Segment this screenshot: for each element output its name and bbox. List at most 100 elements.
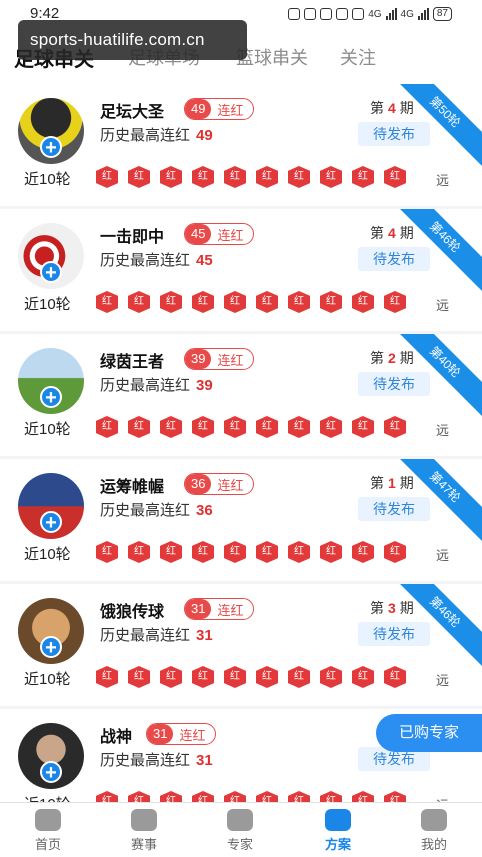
history-label: 历史最高连红 <box>100 127 191 144</box>
nav-experts[interactable]: 专家 <box>210 809 270 853</box>
result-badge-red: 红 <box>192 541 214 563</box>
follow-plus-button[interactable]: + <box>40 136 62 159</box>
expert-card[interactable]: + 足坛大圣 49 连红 历史最高连红 49 第 4 期待发布 第50轮 近10轮红红红红红红红红红… <box>0 84 482 206</box>
result-badge-red: 红 <box>192 291 214 313</box>
streak-badge: 49 连红 <box>184 98 255 120</box>
result-badge-red: 红 <box>384 416 406 438</box>
follow-plus-button[interactable]: + <box>40 636 62 659</box>
history-value: 49 <box>196 127 213 144</box>
purchased-experts-button[interactable]: 已购专家 <box>376 714 482 752</box>
period-prefix: 第 <box>370 100 384 116</box>
streak-label: 连红 <box>217 352 244 368</box>
far-label: 远 <box>436 423 450 438</box>
period-suffix: 期 <box>399 350 414 366</box>
result-badge-red: 红 <box>256 166 278 188</box>
nav-home[interactable]: 首页 <box>18 809 78 853</box>
signal-icon-2 <box>417 8 429 20</box>
streak-count: 31 <box>147 724 174 744</box>
streak-label: 连红 <box>217 227 244 243</box>
result-badge-red: 红 <box>320 166 342 188</box>
expert-card[interactable]: + 饿狼传球 31 连红 历史最高连红 31 第 3 期待发布 第46轮 近10轮红红红红红红红红红… <box>0 584 482 706</box>
expert-name[interactable]: 一击即中 <box>100 223 164 247</box>
profile-icon <box>421 809 447 831</box>
period-info: 第4期 <box>370 223 414 243</box>
far-label: 远 <box>436 548 450 563</box>
expert-name[interactable]: 饿狼传球 <box>100 598 164 622</box>
follow-plus-button[interactable]: + <box>40 511 62 534</box>
result-badge-red: 红 <box>256 666 278 688</box>
alarm-icon <box>304 8 317 20</box>
streak-badge: 31 连红 <box>146 723 217 745</box>
result-badges: 红红红红红红红红红红 <box>96 541 406 563</box>
expert-name[interactable]: 绿茵王者 <box>100 348 164 372</box>
recent-10-label: 近10轮 <box>24 171 71 188</box>
result-badge-red: 红 <box>128 291 150 313</box>
result-badge-red: 红 <box>352 291 374 313</box>
history-best: 历史最高连红 45 <box>100 249 213 270</box>
follow-plus-button[interactable]: + <box>40 761 62 784</box>
result-badge-red: 红 <box>96 541 118 563</box>
recent-10-label: 近10轮 <box>24 546 71 563</box>
result-badge-red: 红 <box>192 166 214 188</box>
result-badge-red: 红 <box>384 541 406 563</box>
expert-name[interactable]: 战神 <box>100 723 132 747</box>
history-best: 历史最高连红 39 <box>100 374 213 395</box>
nav-experts-label: 专家 <box>226 837 253 852</box>
period-info: 第2期 <box>370 348 414 368</box>
result-badge-red: 红 <box>224 291 246 313</box>
period-number: 2 <box>388 350 396 366</box>
streak-badge: 39 连红 <box>184 348 255 370</box>
result-badges: 红红红红红红红红红红 <box>96 166 406 188</box>
result-badge-red: 红 <box>224 416 246 438</box>
tab-follow[interactable]: 关注 <box>340 44 376 70</box>
plan-icon <box>325 809 351 831</box>
nav-matches[interactable]: 赛事 <box>114 809 174 853</box>
recent-10-label: 近10轮 <box>24 421 71 438</box>
follow-plus-button[interactable]: + <box>40 386 62 409</box>
result-badge-red: 红 <box>128 541 150 563</box>
period-suffix: 期 <box>399 600 414 616</box>
expert-card[interactable]: + 运筹帷幄 36 连红 历史最高连红 36 第 1 期待发布 第47轮 近10轮红红红红红红红红红… <box>0 459 482 581</box>
history-value: 31 <box>196 752 213 769</box>
streak-label: 连红 <box>217 602 244 618</box>
result-badge-red: 红 <box>160 416 182 438</box>
period-number: 4 <box>388 100 396 116</box>
expert-card[interactable]: + 一击即中 45 连红 历史最高连红 45 第 4 期待发布 第46轮 近10轮红红红红红红红红红… <box>0 209 482 331</box>
period-suffix: 期 <box>399 475 414 491</box>
streak-count: 36 <box>185 474 212 494</box>
result-badges: 红红红红红红红红红红 <box>96 291 406 313</box>
history-label: 历史最高连红 <box>100 502 191 519</box>
result-badge-red: 红 <box>224 666 246 688</box>
battery-icon: 87 <box>432 7 452 21</box>
bottom-nav: 首页 赛事 专家 方案 我的 <box>0 802 482 857</box>
result-badge-red: 红 <box>352 166 374 188</box>
history-value: 45 <box>196 252 213 269</box>
streak-label: 连红 <box>217 102 244 118</box>
history-best: 历史最高连红 31 <box>100 749 213 770</box>
expert-card[interactable]: + 绿茵王者 39 连红 历史最高连红 39 第 2 期待发布 第40轮 近10轮红红红红红红红红红… <box>0 334 482 456</box>
expert-name[interactable]: 运筹帷幄 <box>100 473 164 497</box>
expert-name[interactable]: 足坛大圣 <box>100 98 164 122</box>
nav-profile[interactable]: 我的 <box>404 809 464 853</box>
streak-label: 连红 <box>217 477 244 493</box>
period-suffix: 期 <box>399 100 414 116</box>
follow-plus-button[interactable]: + <box>40 261 62 284</box>
wifi-icon <box>352 8 365 20</box>
nav-plans[interactable]: 方案 <box>308 809 368 853</box>
result-badge-red: 红 <box>160 666 182 688</box>
result-badge-red: 红 <box>128 166 150 188</box>
result-badge-red: 红 <box>320 291 342 313</box>
result-badge-red: 红 <box>224 541 246 563</box>
network-type-2: 4G <box>400 8 414 20</box>
period-info: 第1期 <box>370 473 414 493</box>
nav-home-label: 首页 <box>34 837 61 852</box>
period-prefix: 第 <box>370 225 384 241</box>
history-best: 历史最高连红 36 <box>100 499 213 520</box>
nav-plans-label: 方案 <box>324 837 351 852</box>
history-label: 历史最高连红 <box>100 252 191 269</box>
period-prefix: 第 <box>370 475 384 491</box>
result-badge-red: 红 <box>320 416 342 438</box>
result-badge-red: 红 <box>160 291 182 313</box>
period-number: 3 <box>388 600 396 616</box>
pending-status: 待发布 <box>358 497 430 521</box>
